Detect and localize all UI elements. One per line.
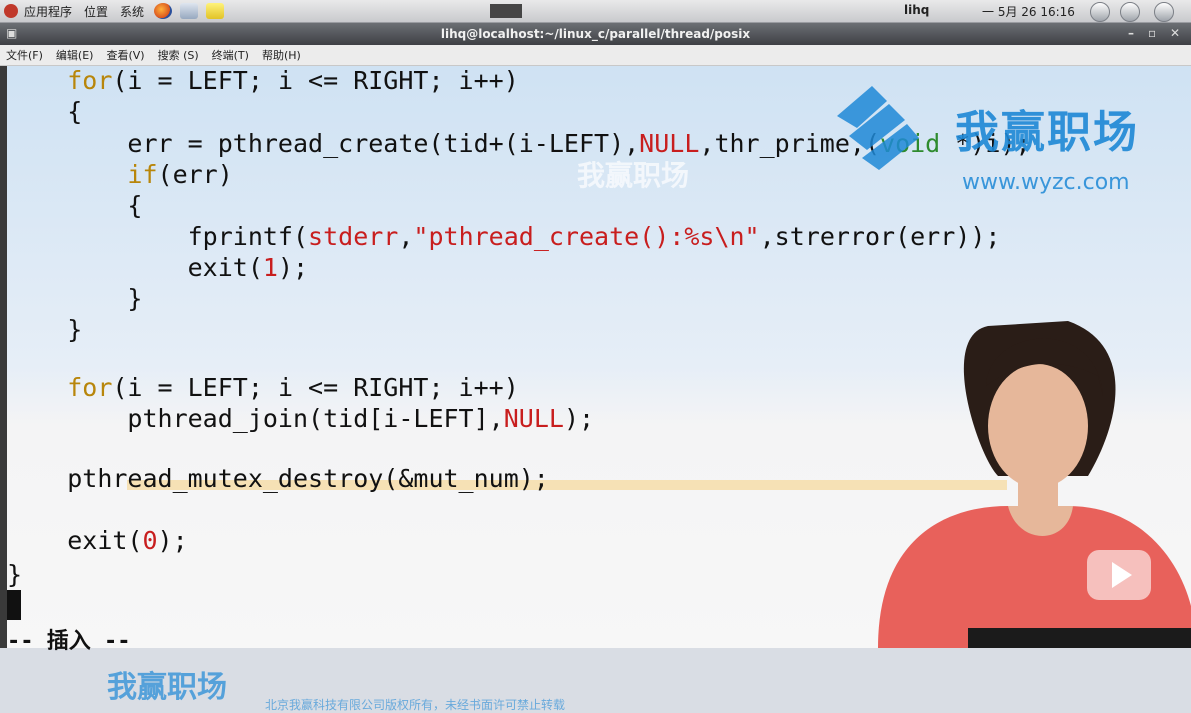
code-token: } xyxy=(67,315,83,344)
window-titlebar[interactable]: ▣ lihq@localhost:~/linux_c/parallel/thre… xyxy=(0,23,1191,45)
code-line: pthread_mutex_destroy(&mut_num); xyxy=(7,464,549,494)
vim-mode-status: -- 插入 -- xyxy=(7,629,131,654)
panel-clock[interactable]: 一 5月 26 16:16 xyxy=(982,3,1075,20)
top-panel: 应用程序 位置 系统 lihq 一 5月 26 16:16 xyxy=(0,0,1191,23)
watermark-brand-center: 我赢职场 xyxy=(577,159,690,192)
menu-file[interactable]: 文件(F) xyxy=(6,47,43,63)
text-cursor xyxy=(7,590,21,620)
watermark-brand-bottom: 我赢职场 xyxy=(107,670,227,705)
close-button[interactable]: ✕ xyxy=(1170,26,1180,40)
code-line: exit(1); xyxy=(7,253,308,283)
code-token: if xyxy=(127,160,158,189)
code-line: } xyxy=(7,315,82,345)
video-play-button[interactable] xyxy=(1087,550,1151,600)
code-token: } xyxy=(7,560,23,589)
panel-user-name[interactable]: lihq xyxy=(904,3,929,17)
code-line: exit(0); xyxy=(7,526,188,556)
brand-logo-icon xyxy=(837,86,919,170)
code-token: exit( xyxy=(187,253,263,282)
mail-launcher-icon[interactable] xyxy=(180,3,199,19)
terminal-menubar: 文件(F) 编辑(E) 查看(V) 搜索 (S) 终端(T) 帮助(H) xyxy=(0,45,1191,66)
code-token: NULL xyxy=(503,404,564,433)
notes-launcher-icon[interactable] xyxy=(206,3,225,19)
panel-window-indicator[interactable] xyxy=(490,4,522,18)
panel-menu-system[interactable]: 系统 xyxy=(114,3,150,20)
volume-icon[interactable] xyxy=(1154,2,1174,22)
code-token: (i = LEFT; i <= RIGHT; i++) xyxy=(112,373,519,402)
window-title: lihq@localhost:~/linux_c/parallel/thread… xyxy=(440,27,751,41)
code-token: fprintf( xyxy=(187,222,309,251)
code-token: exit( xyxy=(67,526,143,555)
code-line: for(i = LEFT; i <= RIGHT; i++) xyxy=(7,373,519,403)
code-token: "pthread_create():%s\n" xyxy=(413,222,760,251)
menu-terminal[interactable]: 终端(T) xyxy=(212,47,249,63)
code-token: pthread_join(tid[i-LEFT], xyxy=(127,404,504,433)
menu-view[interactable]: 查看(V) xyxy=(106,47,144,63)
code-token: ); xyxy=(157,526,188,555)
code-token: ,strerror(err)); xyxy=(759,222,1001,251)
code-token: err = pthread_create(tid+(i-LEFT), xyxy=(127,129,640,158)
code-token: } xyxy=(127,284,143,313)
minimize-button[interactable]: – xyxy=(1128,26,1134,40)
code-line: { xyxy=(7,191,142,221)
code-token: { xyxy=(127,191,143,220)
watermark-brand: 我赢职场 xyxy=(955,107,1139,158)
code-token: (err) xyxy=(157,160,233,189)
maximize-button[interactable]: ▫ xyxy=(1148,26,1156,40)
window-left-edge xyxy=(0,66,7,648)
code-token: for xyxy=(67,373,113,402)
code-token: for xyxy=(67,66,113,95)
menu-search[interactable]: 搜索 (S) xyxy=(158,47,199,63)
code-line: pthread_join(tid[i-LEFT],NULL); xyxy=(7,404,594,434)
code-line: fprintf(stderr,"pthread_create():%s\n",s… xyxy=(7,222,1001,252)
network-icon[interactable] xyxy=(1090,2,1110,22)
code-token: ); xyxy=(563,404,595,433)
menu-edit[interactable]: 编辑(E) xyxy=(56,47,94,63)
code-token: pthread_mutex_destroy(&mut_num); xyxy=(67,464,549,493)
watermark-url: www.wyzc.com xyxy=(962,170,1130,195)
code-line: } xyxy=(7,284,142,314)
watermark-copyright: 北京我赢科技有限公司版权所有，未经书面许可禁止转载 xyxy=(265,698,566,712)
power-icon[interactable] xyxy=(1120,2,1140,22)
code-line: for(i = LEFT; i <= RIGHT; i++) xyxy=(7,66,519,96)
panel-menu-applications[interactable]: 应用程序 xyxy=(18,3,78,20)
code-token: ); xyxy=(277,253,309,282)
code-line: { xyxy=(7,97,82,127)
code-token: { xyxy=(67,97,83,126)
distro-logo-icon[interactable] xyxy=(4,4,18,18)
code-token: stderr xyxy=(308,222,399,251)
code-line: if(err) xyxy=(7,160,233,190)
code-token: , xyxy=(398,222,414,251)
code-token: 0 xyxy=(142,526,158,555)
panel-menu-places[interactable]: 位置 xyxy=(78,3,114,20)
firefox-launcher-icon[interactable] xyxy=(154,3,173,19)
code-token: 1 xyxy=(262,253,278,282)
code-line: } xyxy=(7,560,22,590)
menu-help[interactable]: 帮助(H) xyxy=(262,47,301,63)
code-token: (i = LEFT; i <= RIGHT; i++) xyxy=(112,66,519,95)
